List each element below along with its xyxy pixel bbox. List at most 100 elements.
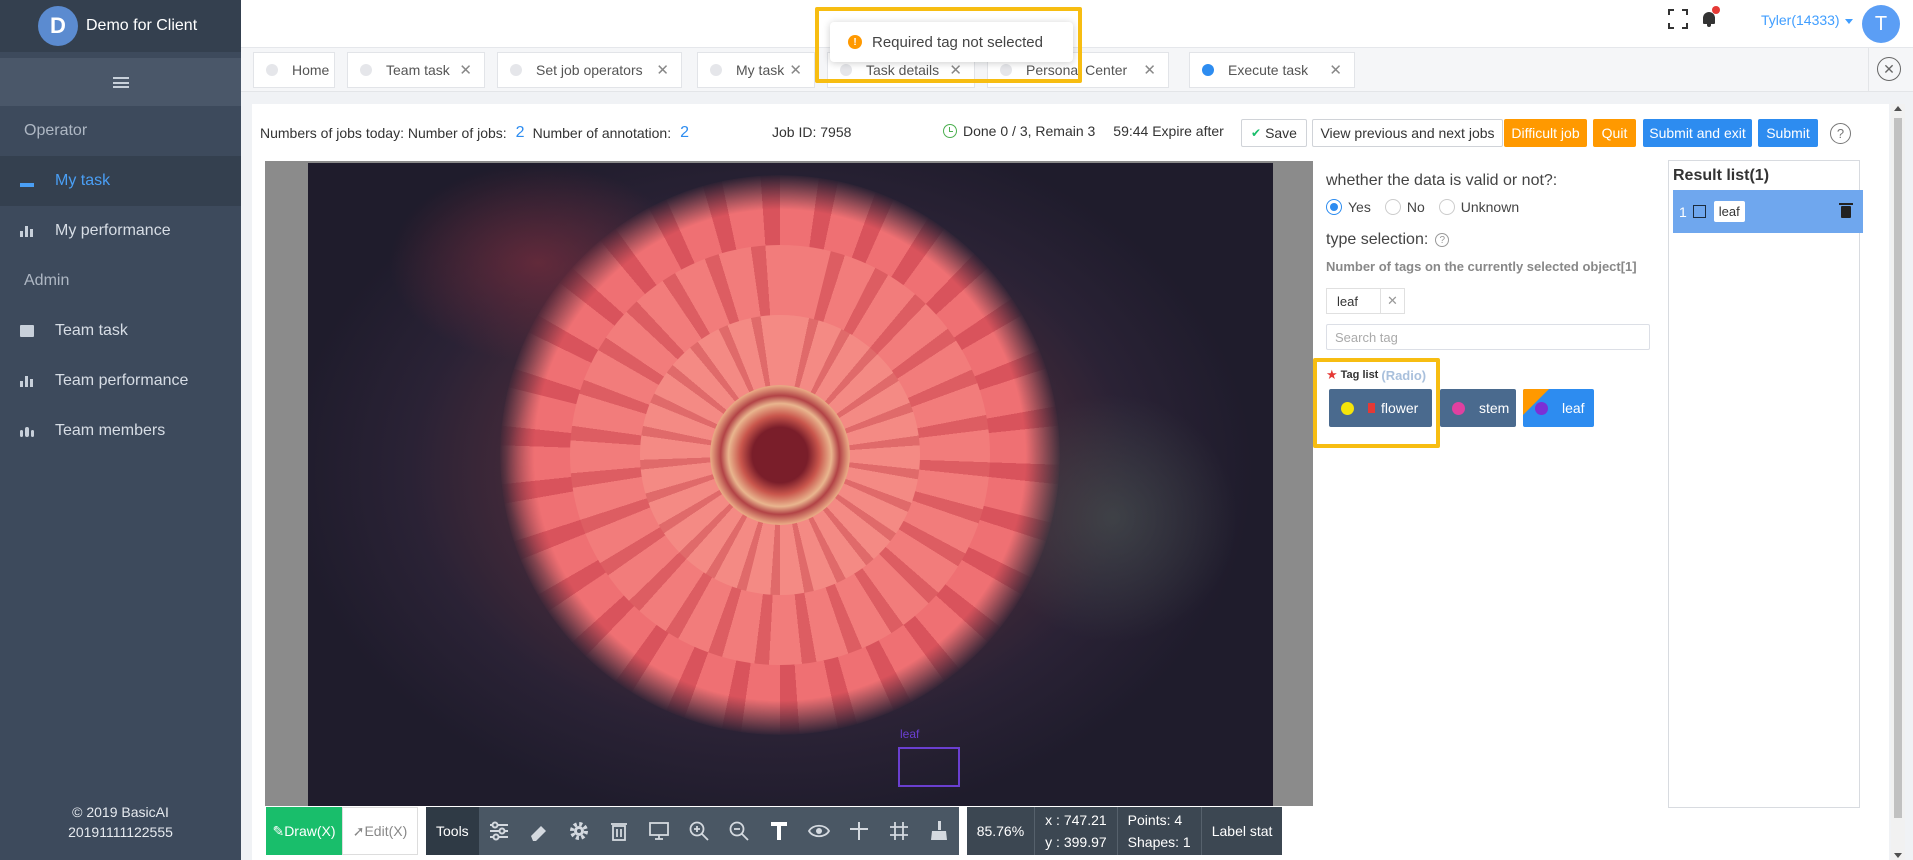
monitor-icon[interactable] bbox=[639, 807, 679, 855]
sidebar-item-team-task[interactable]: Team task bbox=[0, 306, 241, 356]
result-label: leaf bbox=[1713, 201, 1745, 222]
zoom-out-icon[interactable] bbox=[719, 807, 759, 855]
close-all-tabs-icon[interactable]: ✕ bbox=[1877, 57, 1901, 81]
users-icon bbox=[20, 425, 34, 437]
tab-dot-icon bbox=[360, 64, 372, 76]
gear-icon[interactable] bbox=[559, 807, 599, 855]
tab-label: Set job operators bbox=[536, 62, 643, 78]
annotation-label: Number of annotation: bbox=[532, 125, 672, 141]
close-icon[interactable]: ✕ bbox=[656, 61, 669, 79]
submit-button[interactable]: Submit bbox=[1758, 119, 1818, 147]
sidebar-item-team-performance[interactable]: Team performance bbox=[0, 356, 241, 406]
close-icon[interactable]: ✕ bbox=[1143, 61, 1156, 79]
avatar[interactable]: T bbox=[1862, 5, 1900, 43]
tab-team-task[interactable]: Team task ✕ bbox=[347, 52, 485, 88]
sidebar-item-my-task[interactable]: My task bbox=[0, 156, 241, 206]
view-jobs-button[interactable]: View previous and next jobs bbox=[1312, 119, 1503, 147]
tab-my-task[interactable]: My task ✕ bbox=[697, 52, 815, 88]
result-panel bbox=[1668, 160, 1860, 808]
selected-tag-chip: leaf ✕ bbox=[1326, 288, 1405, 314]
quit-button[interactable]: Quit bbox=[1593, 119, 1636, 147]
cursor-icon: ➚ bbox=[352, 822, 365, 839]
tag-leaf-button[interactable]: leaf bbox=[1523, 389, 1594, 427]
trash-icon[interactable] bbox=[599, 807, 639, 855]
edit-mode-button[interactable]: ➚ Edit(X) bbox=[342, 807, 418, 855]
save-button[interactable]: ✔ Save bbox=[1241, 119, 1307, 147]
shape-stats: Points: 4 Shapes: 1 bbox=[1118, 807, 1202, 855]
tools-label: Tools bbox=[426, 807, 479, 855]
annotation-canvas[interactable]: leaf bbox=[265, 161, 1313, 806]
sidebar-collapse-button[interactable] bbox=[0, 58, 241, 106]
radio-no[interactable]: No bbox=[1384, 199, 1425, 215]
sidebar-item-team-members[interactable]: Team members bbox=[0, 406, 241, 456]
bbox-label: leaf bbox=[900, 727, 920, 741]
rectangle-icon bbox=[1692, 205, 1706, 218]
tag-label: stem bbox=[1479, 400, 1510, 416]
tab-execute-task[interactable]: Execute task ✕ bbox=[1189, 52, 1355, 88]
tag-color-dot bbox=[1452, 401, 1465, 415]
tools-group: Tools bbox=[426, 807, 959, 855]
canvas-stats: 85.76% x : 747.21 y : 399.97 Points: 4 S… bbox=[966, 807, 1283, 855]
zoom-in-icon[interactable] bbox=[679, 807, 719, 855]
result-list-title: Result list(1) bbox=[1673, 167, 1770, 184]
expire-text: 59:44 Expire after bbox=[1113, 123, 1224, 139]
sliders-icon[interactable] bbox=[479, 807, 519, 855]
close-icon[interactable]: ✕ bbox=[789, 61, 802, 79]
build-number: 20191111122555 bbox=[68, 824, 173, 840]
validity-radio-group: Yes No Unknown bbox=[1326, 199, 1533, 215]
flower-image[interactable]: leaf bbox=[308, 163, 1273, 806]
copyright: © 2019 BasicAI 20191111122555 bbox=[0, 802, 241, 842]
radio-yes[interactable]: Yes bbox=[1326, 199, 1371, 215]
user-menu[interactable]: Tyler(14333) bbox=[1761, 12, 1853, 28]
points-count: Points: 4 bbox=[1127, 812, 1183, 828]
fullscreen-icon[interactable] bbox=[1668, 9, 1688, 29]
tab-dot-icon bbox=[1202, 64, 1214, 76]
pencil-icon: ✎ bbox=[272, 822, 285, 839]
zoom-level: 85.76% bbox=[967, 807, 1036, 855]
radio-unknown[interactable]: Unknown bbox=[1438, 199, 1520, 215]
result-list-item[interactable]: 1 leaf bbox=[1673, 190, 1863, 233]
bottom-toolbar: ✎ Draw(X) ➚ Edit(X) Tools 85.76% x : 747.2… bbox=[266, 807, 1283, 855]
question-icon[interactable]: ? bbox=[1435, 233, 1450, 247]
broom-icon[interactable] bbox=[919, 807, 959, 855]
grid-icon[interactable] bbox=[879, 807, 919, 855]
brand[interactable]: D Demo for Client bbox=[0, 0, 241, 52]
bell-icon[interactable] bbox=[1701, 6, 1720, 28]
sidebar-section-operator: Operator bbox=[24, 122, 88, 139]
brand-name: Demo for Client bbox=[86, 17, 198, 34]
tag-stem-button[interactable]: stem bbox=[1440, 389, 1516, 427]
radio-label: Unknown bbox=[1460, 199, 1520, 215]
remove-tag-icon[interactable]: ✕ bbox=[1380, 288, 1404, 314]
label-stat-button[interactable]: Label stat bbox=[1202, 807, 1283, 855]
bounding-box[interactable] bbox=[898, 747, 960, 787]
crosshair-icon[interactable] bbox=[839, 807, 879, 855]
result-index: 1 bbox=[1679, 203, 1687, 220]
trash-icon[interactable] bbox=[1839, 202, 1853, 218]
tab-home[interactable]: Home bbox=[253, 52, 335, 88]
page-scrollbar[interactable] bbox=[1891, 104, 1905, 860]
tab-set-job-operators[interactable]: Set job operators ✕ bbox=[497, 52, 682, 88]
job-stats: Numbers of jobs today: Number of jobs: 2… bbox=[260, 120, 697, 146]
annotation-count: 2 bbox=[680, 124, 690, 141]
sidebar-item-my-performance[interactable]: My performance bbox=[0, 206, 241, 256]
difficult-job-button[interactable]: Difficult job bbox=[1504, 119, 1587, 147]
submit-and-exit-button[interactable]: Submit and exit bbox=[1643, 119, 1752, 147]
close-icon[interactable]: ✕ bbox=[1329, 61, 1342, 79]
tag-label: leaf bbox=[1562, 400, 1585, 416]
close-icon[interactable]: ✕ bbox=[459, 61, 472, 79]
eraser-icon[interactable] bbox=[519, 807, 559, 855]
bar-chart-icon bbox=[20, 225, 34, 237]
tag-count-text: Number of tags on the currently selected… bbox=[1326, 259, 1637, 274]
help-icon[interactable]: ? bbox=[1830, 123, 1851, 144]
text-icon[interactable] bbox=[759, 807, 799, 855]
type-selection-text: type selection: bbox=[1326, 231, 1429, 248]
search-tag-input[interactable] bbox=[1326, 324, 1650, 350]
tag-color-dot bbox=[1535, 401, 1548, 415]
draw-mode-button[interactable]: ✎ Draw(X) bbox=[266, 807, 342, 855]
eye-icon[interactable] bbox=[799, 807, 839, 855]
notification-dot bbox=[1712, 6, 1720, 14]
type-selection-label: type selection:? bbox=[1326, 231, 1450, 249]
check-icon: ✔ bbox=[1251, 126, 1262, 140]
chevron-down-icon bbox=[1844, 18, 1853, 24]
folder-icon bbox=[20, 325, 34, 337]
